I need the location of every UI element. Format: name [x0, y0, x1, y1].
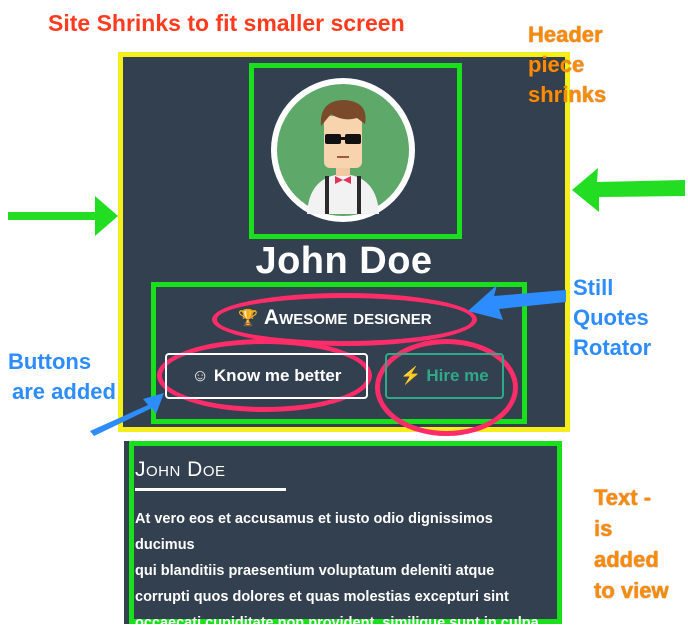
- blue-arrow-quotes-icon: [468, 285, 566, 320]
- blue-arrow-buttons-icon: [90, 393, 164, 436]
- green-arrow-left-icon: [572, 168, 685, 212]
- annotation-arrows: [8, 168, 685, 436]
- green-arrow-right-icon: [8, 196, 118, 236]
